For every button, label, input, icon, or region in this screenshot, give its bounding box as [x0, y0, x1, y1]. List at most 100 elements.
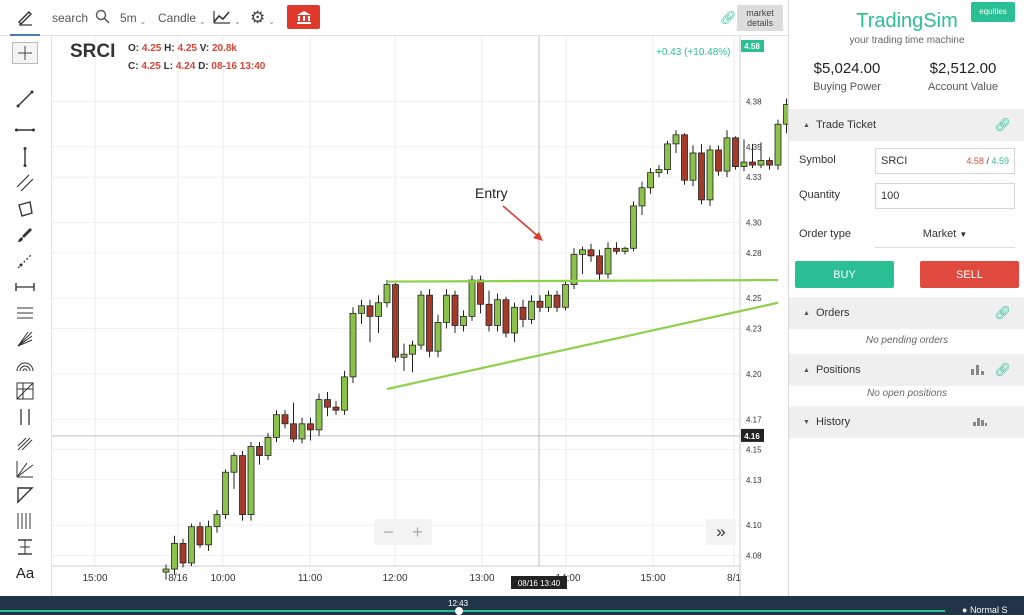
measure-tool-icon[interactable]: [12, 276, 38, 298]
account-value: $2,512.00 Account Value: [905, 60, 1021, 93]
candle-down: [332, 401, 340, 415]
trade-ticket-header[interactable]: ▲ Trade Ticket 🔗︎: [789, 109, 1024, 141]
candle-body: [613, 247, 620, 252]
parallel-lines-icon[interactable]: [12, 302, 38, 324]
quantity-label: Quantity: [799, 189, 840, 201]
candle-up: [273, 410, 280, 442]
price-tick-label: 4.15: [746, 446, 762, 455]
pencil-icon[interactable]: [10, 0, 40, 36]
candle-up: [349, 307, 357, 383]
bank-button[interactable]: [287, 5, 320, 29]
fib-grid-icon[interactable]: [12, 380, 38, 402]
candle-down: [324, 392, 331, 417]
quantity-input[interactable]: 100: [875, 183, 1015, 209]
sell-button[interactable]: SELL: [920, 261, 1019, 288]
candle-up: [638, 181, 646, 215]
fib-arc-icon[interactable]: [12, 354, 38, 376]
orders-header[interactable]: ▲ Orders 🔗︎: [789, 297, 1024, 329]
playback-progress[interactable]: [0, 610, 945, 612]
channel-tool-icon[interactable]: [12, 172, 38, 194]
volume-value: 20.8k: [211, 43, 237, 54]
brush-icon[interactable]: [12, 224, 38, 246]
candle-body: [647, 172, 654, 189]
candle-body: [205, 526, 212, 546]
candle-body: [477, 279, 484, 305]
candle-body: [766, 160, 773, 166]
orders-label: Orders: [815, 307, 850, 319]
symbol-input[interactable]: SRCI 4.58 / 4.59: [875, 148, 1015, 174]
volume-label: V:: [199, 43, 210, 54]
link-icon[interactable]: 🔗︎: [994, 362, 1011, 378]
horizontal-line-tool-icon[interactable]: [12, 119, 38, 141]
vertical-line-tool-icon[interactable]: [12, 146, 38, 168]
buy-button[interactable]: BUY: [795, 261, 894, 288]
candle-up: [723, 130, 731, 178]
chart-area[interactable]: 4.38 4.35 4.33 4.30 4.28 4.25 4.23 4.20 4.17 4.15…: [52, 36, 788, 596]
candle-up: [528, 295, 535, 324]
ray-tool-icon[interactable]: [12, 250, 38, 272]
candle-up: [434, 314, 442, 358]
speed-mode[interactable]: ● Normal S: [962, 605, 1007, 615]
candle-body: [392, 284, 399, 358]
ask-price: 4.59: [991, 156, 1009, 166]
candle-down: [290, 402, 297, 442]
candle-body: [247, 446, 255, 515]
history-header[interactable]: ▼ History: [789, 406, 1024, 438]
candle-body: [689, 152, 697, 181]
search-box[interactable]: search: [52, 0, 110, 36]
zoom-out-icon[interactable]: −: [383, 522, 394, 543]
fib-fan-icon[interactable]: [12, 458, 38, 480]
candle-body: [579, 249, 586, 255]
candle-down: [392, 283, 399, 362]
candle-body: [213, 514, 221, 528]
link-icon[interactable]: 🔗︎: [994, 305, 1011, 321]
order-type-select[interactable]: Market ▼: [875, 222, 1015, 248]
market-details-button[interactable]: market details: [737, 5, 783, 31]
price-range-icon[interactable]: [12, 536, 38, 558]
buying-power-label: Buying Power: [813, 81, 881, 93]
chart-type-dropdown[interactable]: Candle ⌄: [158, 0, 206, 36]
order-type-value: Market: [922, 228, 957, 240]
candle-body: [511, 306, 518, 334]
zoom-in-icon[interactable]: +: [412, 522, 423, 543]
playback-handle[interactable]: [455, 607, 463, 615]
interval-dropdown[interactable]: 5m ⌄: [120, 0, 146, 36]
entry-label: Entry: [475, 185, 508, 201]
scroll-to-end-icon[interactable]: »: [706, 519, 736, 545]
close-label: C:: [128, 61, 139, 72]
text-tool-icon[interactable]: Aa: [12, 562, 38, 584]
pitchfork-icon[interactable]: [12, 432, 38, 454]
candle-body: [222, 471, 229, 515]
triangle-tool-icon[interactable]: [12, 484, 38, 506]
date-value: 08-16 13:40: [211, 61, 266, 72]
bar-chart-icon[interactable]: [971, 363, 985, 378]
trendline-tool-icon[interactable]: [12, 88, 38, 110]
cycle-lines-icon[interactable]: [12, 510, 38, 532]
price-chart[interactable]: 4.38 4.35 4.33 4.30 4.28 4.25 4.23 4.20 4.17 4.15…: [52, 36, 788, 596]
buying-power-value: $5,024.00: [813, 60, 881, 77]
studies-dropdown[interactable]: ⌄: [213, 0, 241, 36]
brand-logo: TradingSim: [856, 10, 958, 32]
gann-fan-icon[interactable]: [12, 328, 38, 350]
candle-up: [188, 523, 195, 567]
link-icon[interactable]: 🔗︎: [994, 117, 1011, 133]
link-icon[interactable]: 🔗︎: [720, 0, 737, 36]
candle-body: [290, 423, 297, 440]
candle-body: [732, 137, 739, 167]
vertical-lines-icon[interactable]: [12, 406, 38, 428]
candle-body: [383, 284, 391, 304]
settings-dropdown[interactable]: ⚙ ⌄: [250, 0, 275, 36]
search-icon[interactable]: [95, 9, 110, 27]
crosshair-tool-icon[interactable]: [12, 42, 38, 64]
candle-body: [528, 300, 535, 320]
polygon-tool-icon[interactable]: [12, 198, 38, 220]
candle-up: [341, 370, 348, 415]
candle-down: [587, 243, 595, 262]
histogram-icon[interactable]: [973, 414, 987, 429]
expand-triangle-icon: ▼: [803, 418, 810, 426]
chart-toolbar: search 5m ⌄ Candle ⌄ ⌄ ⚙ ⌄ 🔗︎ market det…: [0, 0, 788, 36]
positions-header[interactable]: ▲ Positions 🔗︎: [789, 354, 1024, 386]
candle-up: [213, 510, 221, 533]
chevron-down-icon: ⌄: [199, 16, 206, 26]
candle-down: [536, 295, 544, 312]
